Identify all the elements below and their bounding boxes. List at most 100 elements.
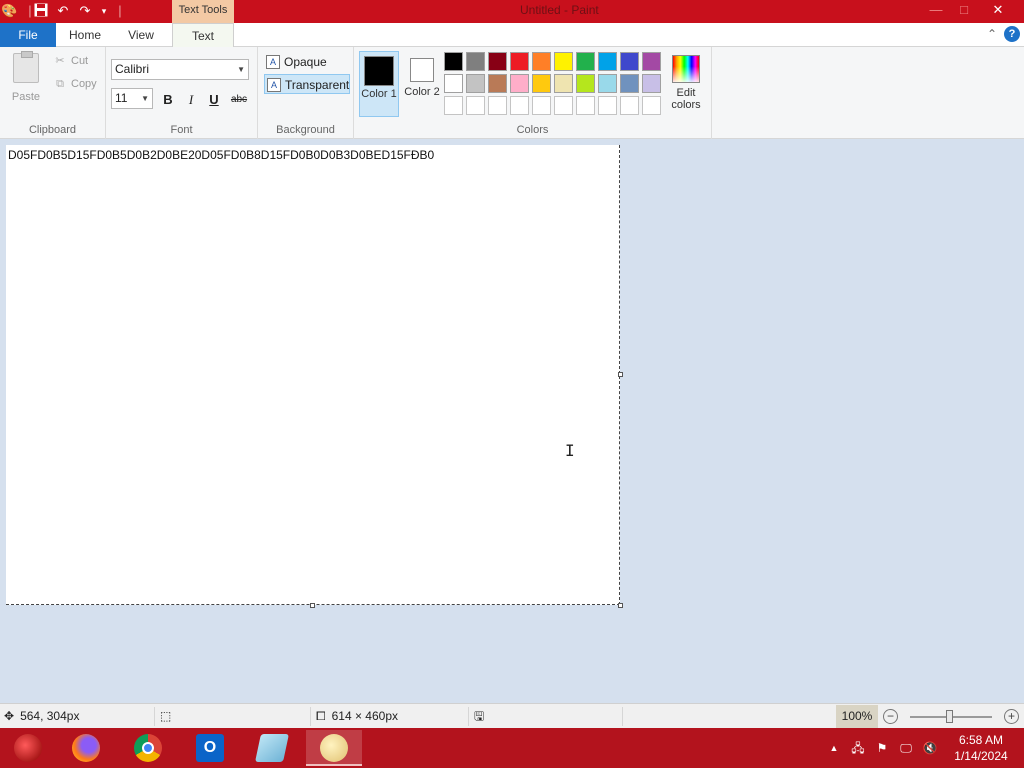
color-swatch[interactable] [620, 96, 639, 115]
color-swatch[interactable] [444, 74, 463, 93]
save-icon[interactable] [33, 3, 49, 19]
color-swatch[interactable] [532, 74, 551, 93]
color-swatch[interactable] [444, 96, 463, 115]
cut-button[interactable]: ✂ Cut [52, 52, 88, 70]
color-swatch[interactable] [488, 96, 507, 115]
cut-label: Cut [71, 55, 89, 67]
file-size-disk-icon: 🖫 [474, 709, 485, 723]
color-swatch[interactable] [598, 52, 617, 71]
paste-button[interactable]: Paste [6, 51, 46, 105]
taskbar-notepad[interactable] [244, 730, 300, 766]
color-swatch[interactable] [598, 96, 617, 115]
strikethrough-button[interactable]: abc [227, 90, 251, 110]
color-swatch[interactable] [510, 96, 529, 115]
font-family-select[interactable]: Calibri ▼ [111, 59, 249, 80]
color2-button[interactable]: Color 2 [402, 51, 442, 117]
paint-app-icon[interactable]: 🎨 [1, 3, 17, 19]
status-separator [468, 707, 469, 726]
canvas-size: ⧠ 614 × 460px [316, 704, 398, 729]
paint-palette-icon [320, 734, 348, 762]
color-swatch[interactable] [598, 74, 617, 93]
color-swatch[interactable] [532, 52, 551, 71]
rainbow-icon [672, 55, 700, 83]
undo-icon[interactable]: ↶ [55, 3, 71, 19]
color1-label: Color 1 [361, 88, 397, 100]
color-swatch[interactable] [510, 52, 529, 71]
start-button[interactable] [0, 730, 56, 766]
color-swatch[interactable] [642, 74, 661, 93]
move-crosshair-icon: ✥ [4, 709, 15, 723]
zoom-out-icon[interactable]: − [883, 709, 898, 724]
copy-button[interactable]: ⧉ Copy [52, 75, 97, 93]
help-icon[interactable]: ? [1004, 26, 1020, 42]
tab-text[interactable]: Text [172, 23, 234, 48]
taskbar: O ▲ 🖧 ⚑ 🖵 🔇 6:58 AM 1/14/2024 [0, 728, 1024, 768]
resize-handle-right[interactable] [618, 372, 623, 377]
color-swatch[interactable] [466, 96, 485, 115]
volume-muted-icon[interactable]: 🔇 [922, 740, 938, 756]
color-swatch[interactable] [510, 74, 529, 93]
clipboard-group: Paste ✂ Cut ⧉ Copy Clipboard [0, 47, 106, 139]
tab-file[interactable]: File [0, 23, 56, 47]
qat-separator: | [118, 3, 122, 18]
color-swatch[interactable] [444, 52, 463, 71]
maximize-button[interactable]: □ [948, 0, 980, 20]
canvas-workspace[interactable]: D05FD0B5D15FD0B5D0B2D0BE20D05FD0B8D15FD0… [0, 139, 1024, 703]
color-swatch[interactable] [642, 96, 661, 115]
show-hidden-icons-icon[interactable]: ▲ [826, 740, 842, 756]
network-icon[interactable]: 🖧 [850, 740, 866, 756]
color-swatch[interactable] [554, 96, 573, 115]
color-swatch[interactable] [620, 74, 639, 93]
notepad-icon [255, 734, 289, 762]
color-swatch[interactable] [532, 96, 551, 115]
font-size-select[interactable]: 11 ▼ [111, 88, 153, 109]
color-swatch[interactable] [554, 74, 573, 93]
zoom-in-icon[interactable]: + [1004, 709, 1019, 724]
color-swatch[interactable] [576, 96, 595, 115]
underline-button[interactable]: U [204, 90, 224, 110]
edit-colors-button[interactable]: Edit colors [666, 51, 706, 117]
taskbar-chrome[interactable] [120, 730, 176, 766]
taskbar-outlook[interactable]: O [182, 730, 238, 766]
redo-icon[interactable]: ↷ [77, 3, 93, 19]
background-group-label: Background [276, 124, 335, 136]
tab-home[interactable]: Home [58, 23, 112, 47]
taskbar-paint[interactable] [306, 730, 362, 766]
color-swatch[interactable] [554, 52, 573, 71]
collapse-ribbon-icon[interactable]: ⌃ [984, 26, 1000, 42]
taskbar-firefox[interactable] [58, 730, 114, 766]
window-title: Untitled - Paint [520, 3, 599, 17]
color-swatch[interactable] [576, 74, 595, 93]
italic-button[interactable]: I [181, 90, 201, 110]
close-button[interactable]: ✕ [982, 0, 1014, 20]
font-group-label: Font [170, 124, 193, 136]
color-swatch[interactable] [642, 52, 661, 71]
canvas-size-icon: ⧠ [316, 709, 326, 723]
drawing-canvas[interactable]: D05FD0B5D15FD0B5D0B2D0BE20D05FD0B8D15FD0… [6, 145, 620, 605]
transparent-button[interactable]: A Transparent [264, 74, 350, 94]
zoom-slider-thumb[interactable] [946, 710, 953, 723]
resize-handle-bottom[interactable] [310, 603, 315, 608]
ribbon: Paste ✂ Cut ⧉ Copy Clipboard Calibri ▼ 11 … [0, 47, 1024, 139]
canvas-size-value: 614 × 460px [331, 709, 399, 723]
color1-button[interactable]: Color 1 [359, 51, 399, 117]
color-swatch[interactable] [488, 52, 507, 71]
clock[interactable]: 6:58 AM 1/14/2024 [948, 732, 1014, 764]
canvas-text-content[interactable]: D05FD0B5D15FD0B5D0B2D0BE20D05FD0B8D15FD0… [8, 148, 434, 162]
action-center-flag-icon[interactable]: ⚑ [874, 740, 890, 756]
display-icon[interactable]: 🖵 [898, 740, 914, 756]
color-swatch[interactable] [488, 74, 507, 93]
color-swatch[interactable] [576, 52, 595, 71]
colors-group: Color 1 Color 2 Edit colors Colors [354, 47, 712, 139]
color-swatch[interactable] [466, 74, 485, 93]
bold-button[interactable]: B [158, 90, 178, 110]
color-swatch[interactable] [620, 52, 639, 71]
clock-time: 6:58 AM [958, 733, 1004, 747]
opaque-button[interactable]: A Opaque [264, 52, 350, 72]
resize-handle-corner[interactable] [618, 603, 623, 608]
color-swatch[interactable] [466, 52, 485, 71]
customize-qat-icon[interactable]: ▾ [96, 3, 112, 19]
tab-view[interactable]: View [114, 23, 168, 47]
color2-label: Color 2 [404, 86, 440, 98]
paste-label: Paste [11, 91, 41, 103]
